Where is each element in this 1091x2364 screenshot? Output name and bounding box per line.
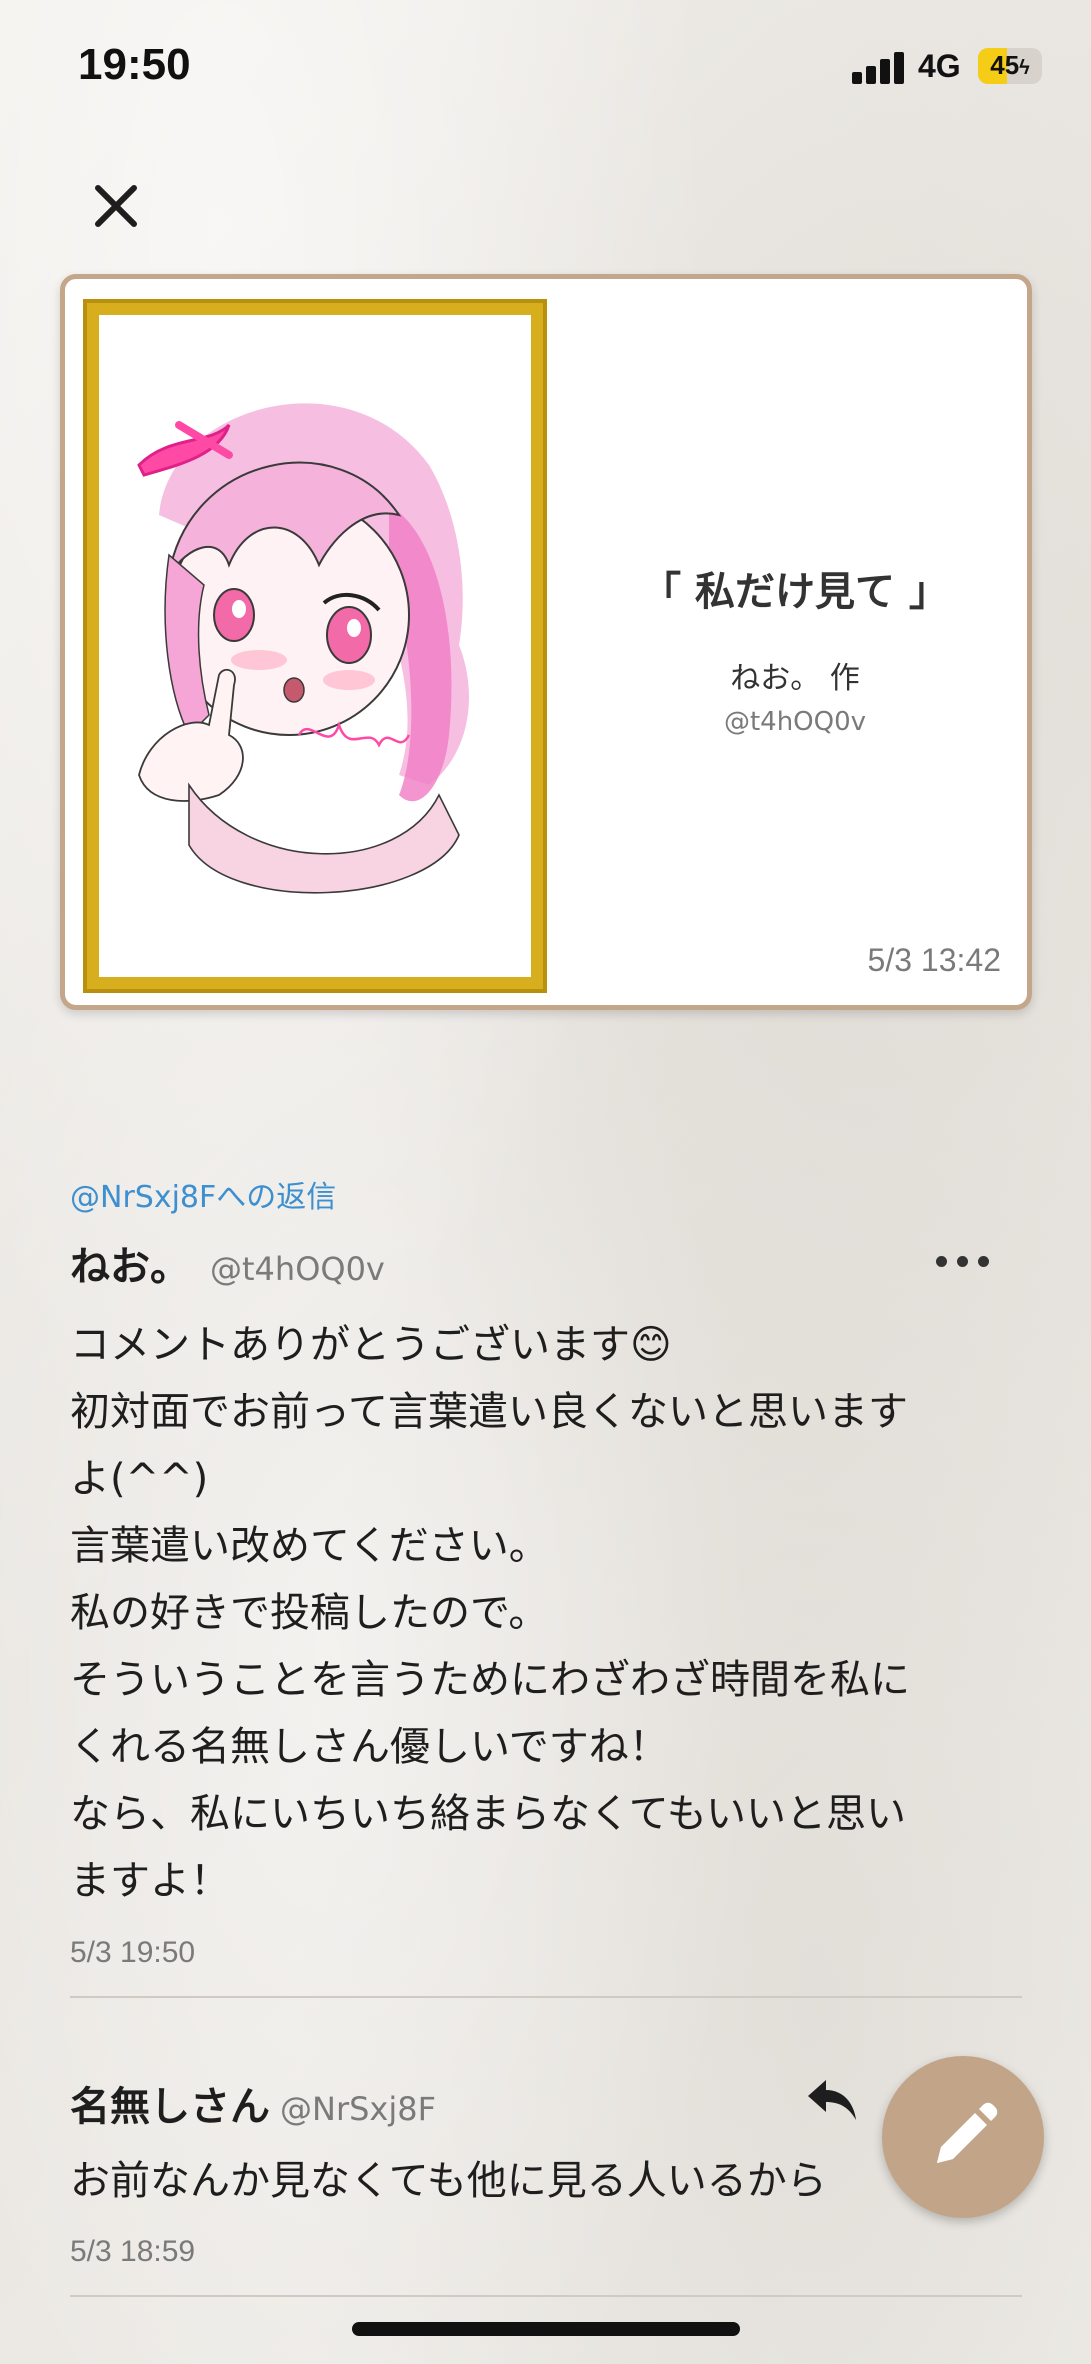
status-time: 19:50: [78, 40, 191, 89]
comment-time: 5/3 19:50: [70, 1936, 196, 1969]
comment-body: コメントありがとうございます😊 初対面でお前って言葉遣い良くないと思います よ(…: [70, 1312, 1020, 1915]
home-indicator[interactable]: [352, 2322, 740, 2336]
divider: [70, 1996, 1022, 1998]
divider: [70, 2295, 1022, 2297]
battery-percent: 45ϟ: [990, 50, 1030, 80]
commenter-handle[interactable]: @NrSxj8F: [280, 2090, 436, 2128]
comment-time: 5/3 18:59: [70, 2235, 196, 2268]
reply-icon: [808, 2080, 856, 2120]
commenter-name[interactable]: ねお。: [70, 1244, 190, 1290]
more-options-button[interactable]: [936, 1250, 992, 1272]
artwork-illustration: [137, 403, 469, 894]
compose-button[interactable]: [882, 2056, 1044, 2218]
artwork-image[interactable]: [99, 315, 531, 977]
artwork-date: 5/3 13:42: [867, 942, 1001, 978]
more-icon-dot: [978, 1256, 989, 1267]
artwork-title: 「 私だけ見て 」: [641, 569, 949, 615]
reply-to-link[interactable]: @NrSxj8Fへの返信: [70, 1172, 336, 1216]
comment-line: よ(^^): [70, 1456, 209, 1502]
comment-body: お前なんか見なくても他に見る人いるから: [70, 2158, 827, 2204]
battery-icon: 45ϟ: [978, 48, 1042, 84]
close-button[interactable]: [90, 180, 142, 232]
commenter-name[interactable]: 名無しさん: [70, 2084, 270, 2130]
comment-line: ますよ！: [70, 1858, 230, 1904]
comment-line: そういうことを言うためにわざわざ時間を私に: [70, 1657, 910, 1703]
comment-line: 私の好きで投稿したので。: [70, 1590, 549, 1636]
more-icon-dot: [957, 1256, 968, 1267]
screen: 19:50 4G 45ϟ 「 私だけ見て 」 ねお。 作 @t4hOQ0v 5/…: [0, 0, 1091, 2364]
artwork-card[interactable]: 「 私だけ見て 」 ねお。 作 @t4hOQ0v 5/3 13:42: [60, 274, 1032, 1010]
comment-line: くれる名無しさん優しいですね！: [70, 1724, 669, 1770]
comment-line: なら、私にいちいち絡まらなくてもいいと思い: [70, 1791, 906, 1837]
close-icon: [95, 185, 137, 227]
pencil-icon: [937, 2102, 998, 2163]
commenter-handle[interactable]: @t4hOQ0v: [210, 1250, 385, 1288]
status-bar: 19:50 4G 45ϟ: [0, 40, 1091, 100]
reply-button[interactable]: [804, 2074, 860, 2126]
artwork-author-handle[interactable]: @t4hOQ0v: [625, 707, 965, 737]
charging-bolt-icon: ϟ: [1019, 57, 1030, 79]
network-type: 4G: [918, 48, 961, 84]
more-icon: [936, 1256, 947, 1267]
comment-header: 名無しさん @NrSxj8F: [70, 2074, 436, 2132]
signal-icon: [852, 50, 906, 84]
artwork-frame: [83, 299, 547, 993]
comment-line: コメントありがとうございます😊: [70, 1322, 672, 1368]
comment-line: 初対面でお前って言葉遣い良くないと思います: [70, 1389, 908, 1435]
comment-line: 言葉遣い改めてください。: [70, 1523, 549, 1569]
comment-header: ねお。 @t4hOQ0v: [70, 1234, 385, 1292]
artwork-author: ねお。 作: [730, 661, 860, 696]
